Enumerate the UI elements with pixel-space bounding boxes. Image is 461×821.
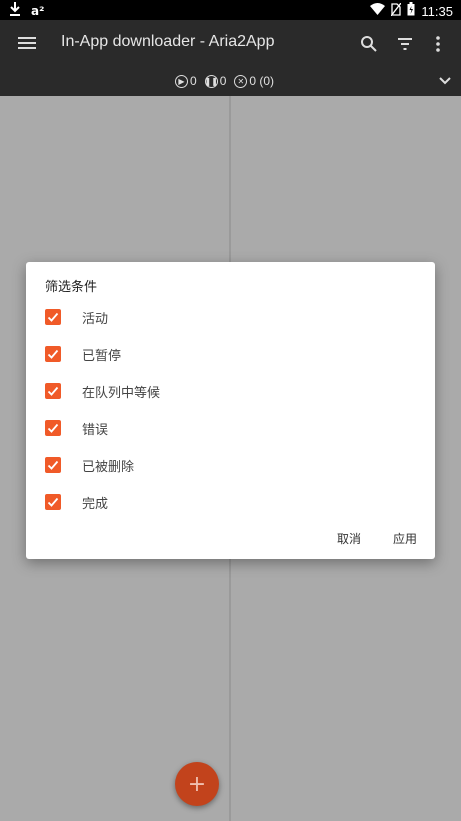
paused-count: 0 [219,74,227,88]
filter-icon[interactable] [393,32,417,56]
page-title: In-App downloader - Aria2App [61,33,275,50]
download-summary-bar: ▶ 0 ❚❚ 0 ✕ 0 (0) [0,68,461,96]
filter-option-label: 已暂停 [82,348,122,364]
a2-icon: a² [31,4,45,18]
stopped-counter: ✕ 0 (0) [234,74,274,88]
filter-option-paused[interactable]: 已暂停 [45,341,121,367]
filter-option-active[interactable]: 活动 [45,304,108,330]
filter-dialog: 筛选条件 活动 已暂停 在队列中等候 错误 已被删除 完成 取消 应用 [26,262,435,559]
cancel-button[interactable]: 取消 [337,530,361,547]
app-toolbar: In-App downloader - Aria2App [0,20,461,68]
download-icon [9,2,21,20]
filter-option-label: 在队列中等候 [82,385,161,401]
menu-icon[interactable] [18,34,36,54]
checkbox-checked-icon[interactable] [45,494,61,510]
battery-icon [407,2,415,20]
status-time: 11:35 [421,3,453,19]
filter-option-label: 已被删除 [82,459,135,475]
status-bar: a² 11:35 [0,0,461,20]
filter-option-label: 完成 [82,496,109,512]
add-download-button[interactable]: + [175,762,219,806]
wifi-icon [370,3,386,19]
play-icon: ▶ [175,74,188,88]
checkbox-checked-icon[interactable] [45,346,61,362]
filter-option-label: 活动 [82,311,109,327]
search-icon[interactable] [357,32,381,56]
active-count: 0 [190,74,197,88]
chevron-down-icon[interactable] [437,73,453,89]
checkbox-checked-icon[interactable] [45,457,61,473]
pause-icon: ❚❚ [204,74,218,88]
filter-option-removed[interactable]: 已被删除 [45,452,134,478]
dialog-title: 筛选条件 [45,280,98,295]
more-vert-icon[interactable] [426,32,450,56]
active-counter: ▶ 0 [175,74,197,88]
paused-counter: ❚❚ 0 [204,74,227,88]
cancel-icon: ✕ [234,74,248,88]
filter-option-waiting[interactable]: 在队列中等候 [45,378,160,404]
checkbox-checked-icon[interactable] [45,309,61,325]
filter-option-error[interactable]: 错误 [45,415,108,441]
apply-button[interactable]: 应用 [393,530,417,547]
filter-option-label: 错误 [82,422,109,438]
add-icon: + [187,771,207,797]
checkbox-checked-icon[interactable] [45,420,61,436]
filter-option-complete[interactable]: 完成 [45,489,108,515]
no-sim-icon [390,2,402,20]
checkbox-checked-icon[interactable] [45,383,61,399]
stopped-count: 0 (0) [249,74,275,88]
